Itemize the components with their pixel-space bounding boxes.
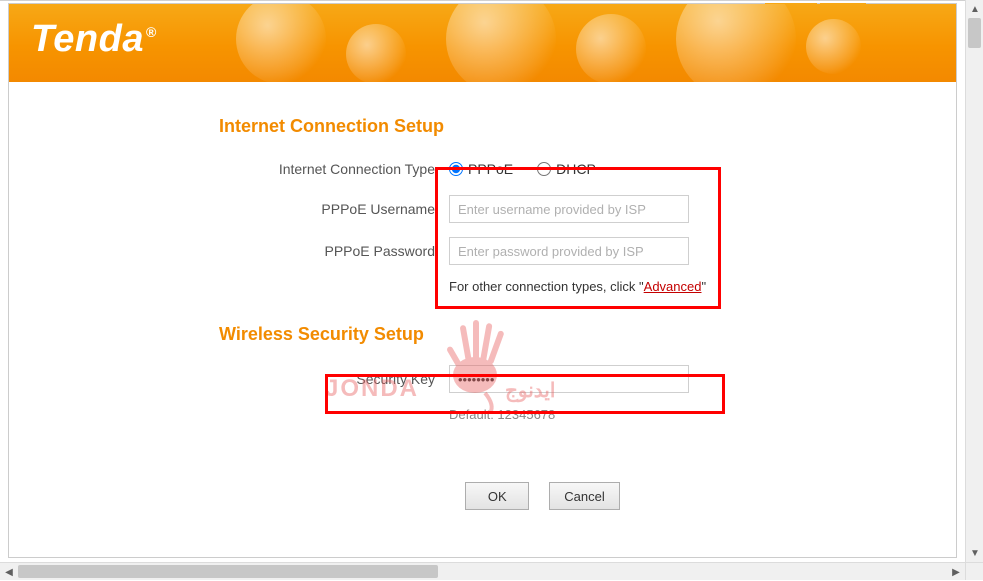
radio-pppoe-input[interactable] — [449, 162, 463, 176]
label-pppoe-password: PPPoE Password — [29, 243, 449, 259]
content-area: JONDA ايدنوج Internet Connection Setup I… — [9, 82, 956, 510]
brand-logo: Tenda® — [31, 18, 157, 61]
default-key-hint: Default: 12345678 — [449, 407, 936, 422]
hint-suffix: " — [701, 279, 706, 294]
cancel-button[interactable]: Cancel — [549, 482, 619, 510]
header-banner: Tenda® — [9, 4, 956, 82]
advanced-link[interactable]: Advanced — [644, 279, 702, 294]
pppoe-password-input[interactable] — [449, 237, 689, 265]
scroll-down-icon[interactable]: ▼ — [966, 544, 983, 562]
horizontal-scrollbar[interactable]: ◀ ▶ — [0, 562, 965, 580]
radio-pppoe[interactable]: PPPoE — [449, 161, 513, 177]
ok-button[interactable]: OK — [465, 482, 529, 510]
label-connection-type: Internet Connection Type — [29, 161, 449, 177]
pppoe-username-input[interactable] — [449, 195, 689, 223]
label-pppoe-username: PPPoE Username — [29, 201, 449, 217]
vertical-scrollbar[interactable]: ▲ ▼ — [965, 0, 983, 562]
page-container: Tenda® JONDA اي — [8, 3, 957, 558]
radio-pppoe-label: PPPoE — [468, 161, 513, 177]
section-title-wireless: Wireless Security Setup — [219, 324, 936, 345]
radio-dhcp-label: DHCP — [556, 161, 596, 177]
radio-dhcp-input[interactable] — [537, 162, 551, 176]
scroll-up-icon[interactable]: ▲ — [966, 0, 983, 18]
security-key-input[interactable] — [449, 365, 689, 393]
label-security-key: Security Key — [29, 371, 449, 387]
vertical-scroll-thumb[interactable] — [968, 18, 981, 48]
hint-prefix: For other connection types, click " — [449, 279, 644, 294]
brand-name: Tenda — [31, 18, 144, 60]
advanced-hint: For other connection types, click "Advan… — [449, 279, 706, 294]
scroll-left-icon[interactable]: ◀ — [0, 563, 18, 581]
section-title-internet: Internet Connection Setup — [219, 116, 936, 137]
scrollbar-corner — [965, 562, 983, 580]
scroll-right-icon[interactable]: ▶ — [947, 563, 965, 581]
brand-registered: ® — [146, 24, 157, 40]
horizontal-scroll-thumb[interactable] — [18, 565, 438, 578]
radio-dhcp[interactable]: DHCP — [537, 161, 596, 177]
